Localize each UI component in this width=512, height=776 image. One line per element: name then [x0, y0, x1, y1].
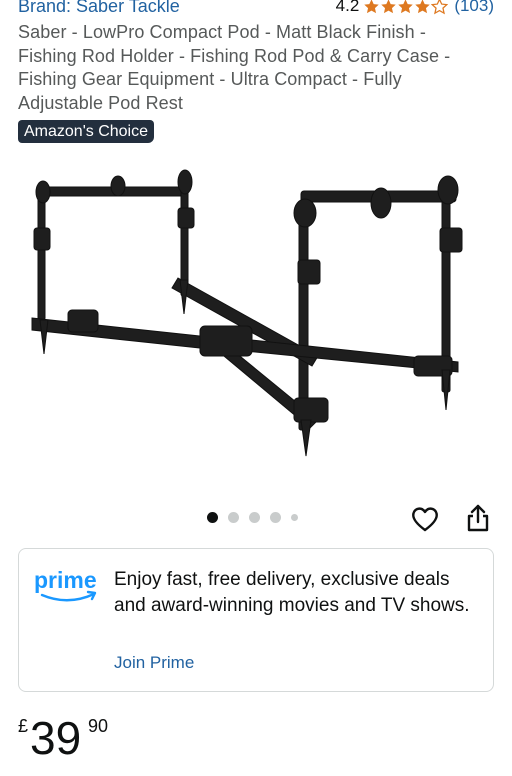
product-header-row: Brand: Saber Tackle 4.2 (103)	[18, 0, 494, 18]
star-full-icon	[415, 0, 431, 13]
share-icon[interactable]	[464, 503, 492, 533]
rating-summary[interactable]: 4.2 (103)	[336, 0, 494, 16]
join-prime-link[interactable]: Join Prime	[114, 653, 194, 673]
carousel-dot[interactable]	[249, 512, 260, 523]
rating-value: 4.2	[335, 0, 360, 15]
brand-link[interactable]: Brand: Saber Tackle	[18, 0, 180, 17]
prime-promo-card: prime Enjoy fast, free delivery, exclusi…	[18, 548, 494, 692]
review-count-link[interactable]: (103)	[454, 0, 494, 16]
price-whole: 39	[30, 712, 82, 764]
rating-stars	[363, 0, 449, 15]
price-fraction: 90	[88, 716, 109, 736]
prime-logo: prime	[34, 567, 97, 602]
amazons-choice-badge: Amazon's Choice	[18, 120, 154, 143]
prime-message: Enjoy fast, free delivery, exclusive dea…	[114, 569, 470, 616]
price-currency-symbol: £	[18, 716, 29, 736]
star-full-icon	[364, 0, 380, 13]
star-full-icon	[398, 0, 414, 13]
product-image[interactable]	[18, 150, 494, 470]
star-full-icon	[381, 0, 397, 13]
carousel-dot-active[interactable]	[207, 512, 218, 523]
image-carousel-dots[interactable]	[207, 512, 308, 523]
carousel-dot[interactable]	[291, 514, 298, 521]
star-empty-icon	[431, 0, 449, 14]
carousel-dot[interactable]	[228, 512, 239, 523]
product-title: Saber - LowPro Compact Pod - Matt Black …	[18, 22, 451, 113]
heart-outline-icon[interactable]	[410, 504, 440, 534]
carousel-dot[interactable]	[270, 512, 281, 523]
prime-logo-text: prime	[34, 567, 97, 593]
